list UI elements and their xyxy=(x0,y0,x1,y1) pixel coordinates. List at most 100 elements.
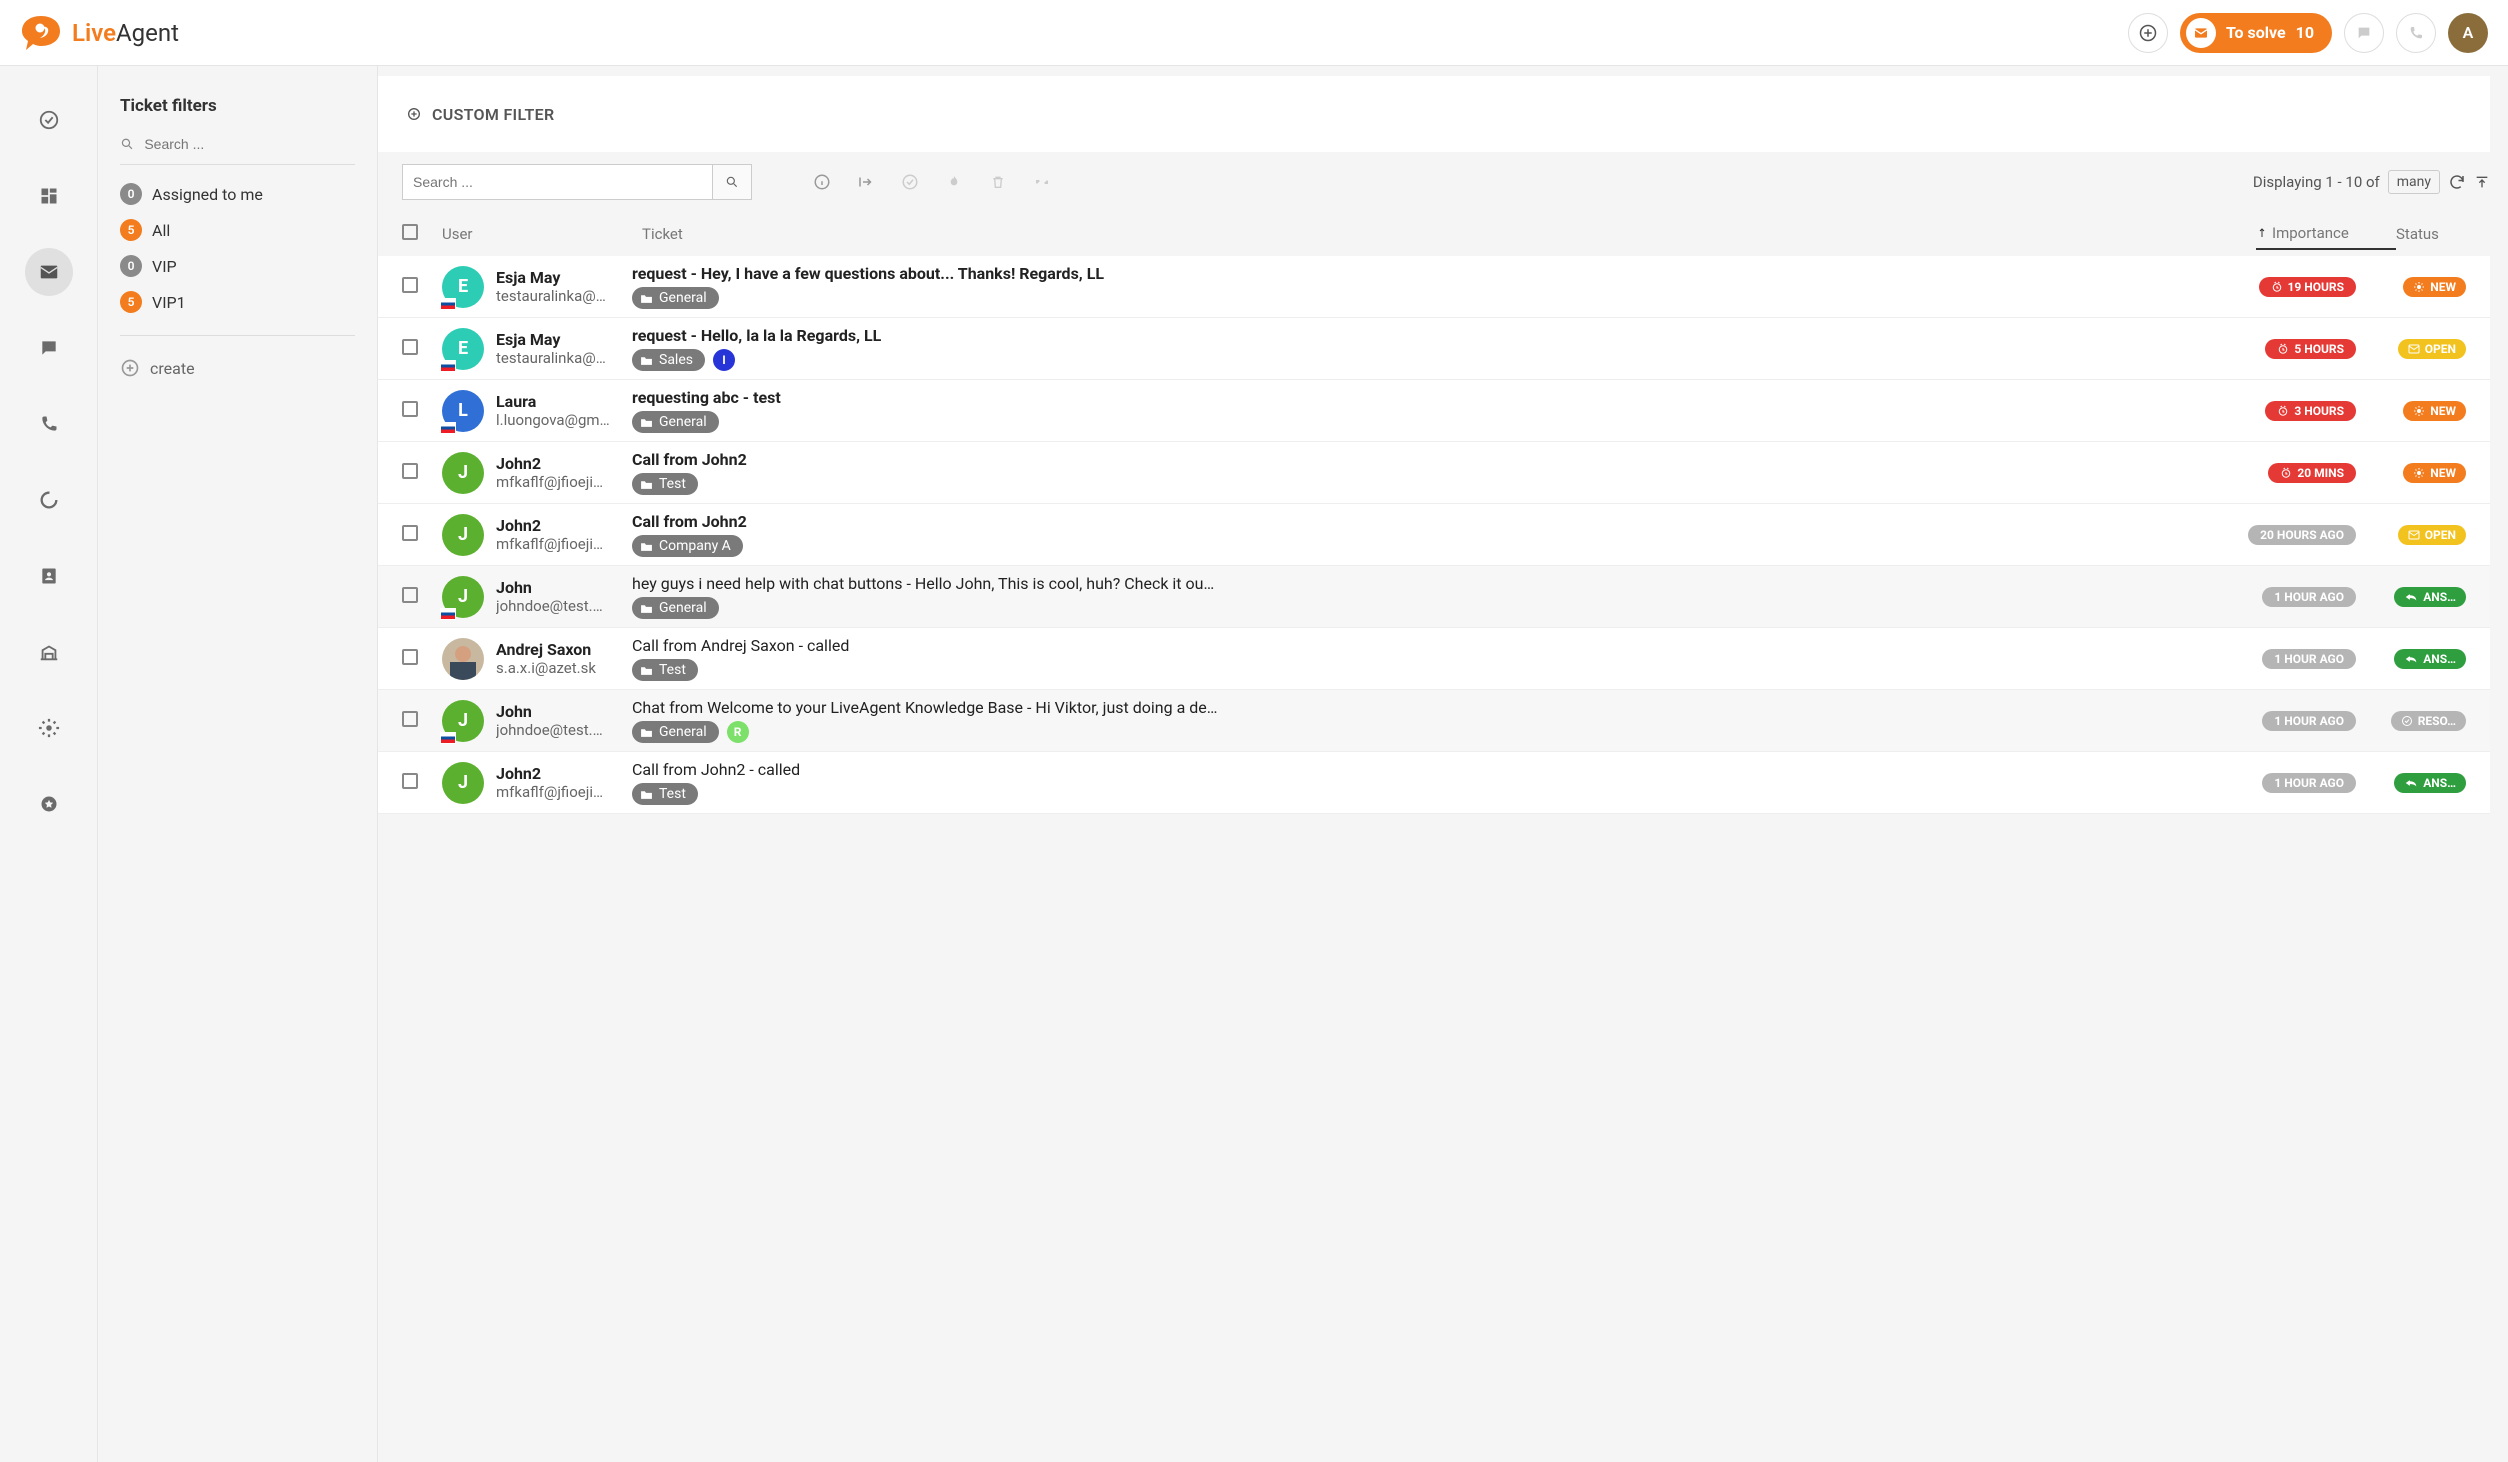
row-checkbox[interactable] xyxy=(402,401,418,417)
nav-tickets[interactable] xyxy=(25,248,73,296)
category-tag[interactable]: Test xyxy=(632,659,698,681)
user-email: johndoe@test.… xyxy=(496,597,632,615)
folder-icon xyxy=(640,727,653,738)
filter-search-input[interactable] xyxy=(144,136,355,152)
refresh-icon[interactable] xyxy=(2448,173,2466,191)
col-ticket[interactable]: Ticket xyxy=(642,225,2256,243)
spam-button[interactable] xyxy=(944,172,964,192)
category-tag[interactable]: General xyxy=(632,721,719,743)
new-button[interactable] xyxy=(2128,13,2168,53)
category-tag[interactable]: General xyxy=(632,597,719,619)
row-checkbox[interactable] xyxy=(402,711,418,727)
search-input[interactable] xyxy=(402,164,712,200)
logo[interactable]: LiveAgent xyxy=(20,14,179,52)
category-tag[interactable]: Company A xyxy=(632,535,743,557)
time-pill: 1 HOUR AGO xyxy=(2262,587,2356,607)
user-name: Esja May xyxy=(496,268,632,287)
phone-icon xyxy=(39,414,59,434)
info-button[interactable] xyxy=(812,172,832,192)
select-all-checkbox[interactable] xyxy=(402,224,418,240)
category-tag[interactable]: Sales xyxy=(632,349,705,371)
delete-button[interactable] xyxy=(988,172,1008,192)
filter-label: Assigned to me xyxy=(152,185,263,204)
user-cell: John2 mfkaflf@jfioeji… xyxy=(496,454,632,491)
filter-label: VIP1 xyxy=(152,293,186,312)
flag-icon xyxy=(440,732,456,744)
avatar: J xyxy=(442,576,496,618)
filter-item[interactable]: 0Assigned to me xyxy=(120,183,355,205)
status-cell: ANS… xyxy=(2366,649,2466,669)
col-importance[interactable]: Importance xyxy=(2256,224,2396,250)
resolve-button[interactable] xyxy=(900,172,920,192)
trash-icon xyxy=(990,173,1006,191)
filter-search[interactable] xyxy=(120,136,355,165)
nav-analytics[interactable] xyxy=(25,476,73,524)
pagination: Displaying 1 - 10 of many xyxy=(2253,170,2490,194)
user-avatar[interactable]: A xyxy=(2448,13,2488,53)
logo-icon xyxy=(20,14,62,52)
transfer-button[interactable] xyxy=(856,172,876,192)
phone-button[interactable] xyxy=(2396,13,2436,53)
nav-contacts[interactable] xyxy=(25,552,73,600)
row-checkbox[interactable] xyxy=(402,525,418,541)
ticket-row[interactable]: Andrej Saxon s.a.x.i@azet.sk Call from A… xyxy=(378,628,2490,690)
col-user[interactable]: User xyxy=(442,225,642,243)
row-checkbox[interactable] xyxy=(402,339,418,355)
nav-calls[interactable] xyxy=(25,400,73,448)
create-filter[interactable]: create xyxy=(120,358,355,378)
time-pill: 1 HOUR AGO xyxy=(2262,773,2356,793)
user-email: mfkaflf@jfioeji… xyxy=(496,783,632,801)
ticket-row[interactable]: J John johndoe@test.… hey guys i need he… xyxy=(378,566,2490,628)
folder-icon xyxy=(640,417,653,428)
chat-button[interactable] xyxy=(2344,13,2384,53)
nav-extensions[interactable] xyxy=(25,780,73,828)
ticket-row[interactable]: E Esja May testauralinka@… request - Hel… xyxy=(378,318,2490,380)
ticket-row[interactable]: L Laura l.luongova@gm… requesting abc - … xyxy=(378,380,2490,442)
plus-circle-icon xyxy=(120,358,140,378)
phone-icon xyxy=(2408,25,2424,41)
category-tag[interactable]: Test xyxy=(632,783,698,805)
tickets-list: E Esja May testauralinka@… request - Hey… xyxy=(378,256,2490,1462)
row-checkbox[interactable] xyxy=(402,463,418,479)
time-cell: 1 HOUR AGO xyxy=(2226,587,2356,607)
ticket-row[interactable]: J John2 mfkaflf@jfioeji… Call from John2… xyxy=(378,442,2490,504)
ticket-cell: Call from John2 Company A xyxy=(632,512,2226,557)
filters-panel: Ticket filters 0Assigned to me5All0VIP5V… xyxy=(98,66,378,1462)
row-checkbox[interactable] xyxy=(402,587,418,603)
user-name: John2 xyxy=(496,764,632,783)
ticket-row[interactable]: J John2 mfkaflf@jfioeji… Call from John2… xyxy=(378,752,2490,814)
time-cell: 1 HOUR AGO xyxy=(2226,711,2356,731)
row-checkbox[interactable] xyxy=(402,773,418,789)
nav-dashboard[interactable] xyxy=(25,172,73,220)
time-cell: 1 HOUR AGO xyxy=(2226,649,2356,669)
search-button[interactable] xyxy=(712,164,752,200)
content-area: CUSTOM FILTER Displaying 1 - 10 of many xyxy=(378,66,2508,1462)
time-cell: 3 HOURS xyxy=(2226,401,2356,421)
ticket-row[interactable]: E Esja May testauralinka@… request - Hey… xyxy=(378,256,2490,318)
row-checkbox[interactable] xyxy=(402,649,418,665)
row-checkbox[interactable] xyxy=(402,277,418,293)
folder-icon xyxy=(640,541,653,552)
ticket-cell: hey guys i need help with chat buttons -… xyxy=(632,574,2226,619)
nav-settings[interactable] xyxy=(25,704,73,752)
status-pill: ANS… xyxy=(2394,649,2466,669)
custom-filter-button[interactable]: CUSTOM FILTER xyxy=(406,105,554,124)
col-status[interactable]: Status xyxy=(2396,225,2476,243)
to-top-icon[interactable] xyxy=(2474,174,2490,190)
category-tag[interactable]: General xyxy=(632,411,719,433)
nav-kb[interactable] xyxy=(25,628,73,676)
collapse-button[interactable] xyxy=(1032,172,1052,192)
category-tag[interactable]: Test xyxy=(632,473,698,495)
paging-total[interactable]: many xyxy=(2388,170,2440,194)
nav-check[interactable] xyxy=(25,96,73,144)
avatar: E xyxy=(442,266,496,308)
ticket-row[interactable]: J John johndoe@test.… Chat from Welcome … xyxy=(378,690,2490,752)
filter-item[interactable]: 5All xyxy=(120,219,355,241)
user-name: John xyxy=(496,702,632,721)
nav-chat[interactable] xyxy=(25,324,73,372)
filter-item[interactable]: 5VIP1 xyxy=(120,291,355,313)
ticket-row[interactable]: J John2 mfkaflf@jfioeji… Call from John2… xyxy=(378,504,2490,566)
category-tag[interactable]: General xyxy=(632,287,719,309)
to-solve-button[interactable]: To solve 10 xyxy=(2180,13,2332,53)
filter-item[interactable]: 0VIP xyxy=(120,255,355,277)
